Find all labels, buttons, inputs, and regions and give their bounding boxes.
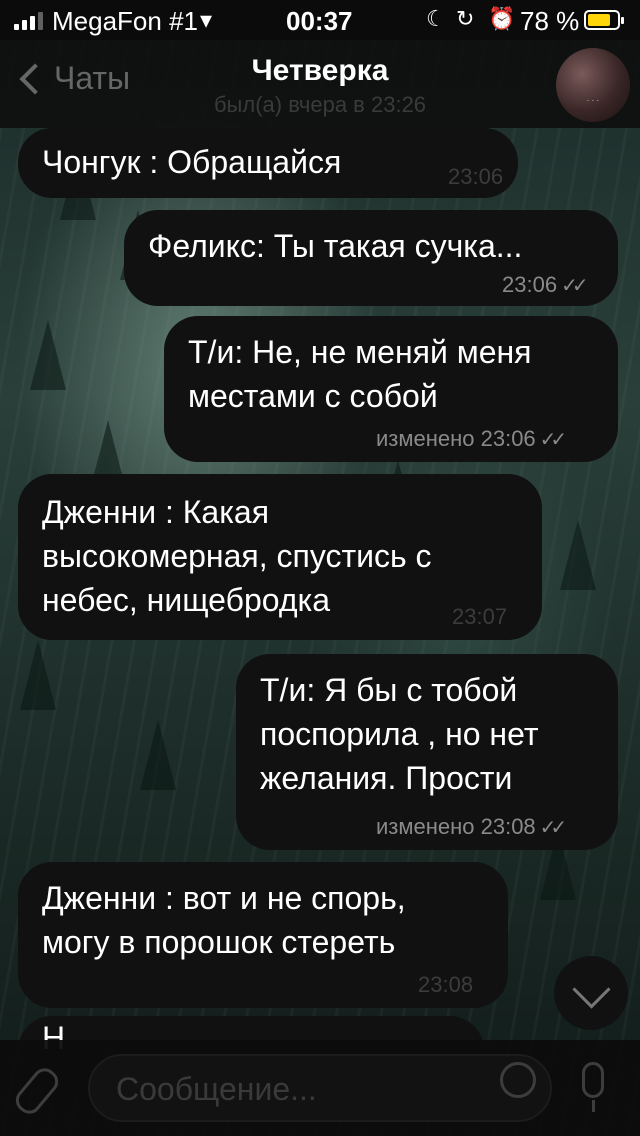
battery-percent: 78 % (520, 6, 580, 36)
scroll-to-bottom-button[interactable] (554, 956, 628, 1030)
message-text: Т/и: Я бы с тобой поспорила , но нет жел… (260, 672, 539, 796)
chat-avatar[interactable]: · · · (556, 48, 630, 122)
wifi-icon: ▾ (200, 7, 213, 34)
microphone-icon[interactable] (582, 1062, 604, 1098)
moon-icon: ☾ (426, 6, 446, 31)
message-bubble-outgoing[interactable]: Феликс: Ты такая сучка... 23:06 ✓✓ (124, 210, 618, 306)
message-bubble-outgoing[interactable]: Т/и: Я бы с тобой поспорила , но нет жел… (236, 654, 618, 850)
message-time: 23:06 (502, 272, 558, 297)
message-bubble-incoming[interactable]: Дженни : Какая высокомерная, спустись с … (18, 474, 542, 640)
message-text: Феликс: Ты такая сучка... (148, 228, 523, 264)
chat-title[interactable]: Четверка (0, 54, 640, 88)
chevron-down-icon (572, 970, 611, 1009)
sticker-icon[interactable] (500, 1062, 536, 1098)
message-text: Дженни : Какая высокомерная, спустись с … (42, 494, 432, 618)
message-time: 23:07 (452, 604, 508, 629)
message-time: 23:08 (418, 972, 474, 997)
clock: 00:37 (286, 6, 353, 36)
status-bar: MegaFon #1 ▾ 00:37 ☾ ↻ ⏰ 78 % (0, 0, 640, 40)
message-input[interactable] (114, 1066, 478, 1112)
battery-icon (584, 10, 624, 30)
message-bubble-outgoing[interactable]: Т/и: Не, не меняй меня местами с собой и… (164, 316, 618, 462)
read-check-icon: ✓✓ (561, 275, 588, 297)
read-check-icon: ✓✓ (539, 817, 567, 839)
rotation-lock-icon: ↻ (456, 6, 475, 31)
message-time: изменено 23:08 (376, 814, 536, 839)
message-text: Чонгук : Обращайся (42, 144, 342, 180)
message-text: Т/и: Не, не меняй меня местами с собой (188, 334, 532, 414)
chat-header: Чаты Четверка был(а) вчера в 23:26 · · · (0, 40, 640, 128)
message-field[interactable] (88, 1054, 552, 1122)
message-time: изменено 23:06 (376, 426, 536, 451)
message-bubble-incoming[interactable]: Чонгук : Обращайся 23:06 (18, 128, 518, 198)
message-time: 23:06 (448, 164, 504, 189)
alarm-icon: ⏰ (488, 6, 516, 31)
message-composer (0, 1040, 640, 1136)
paperclip-icon[interactable] (10, 1063, 64, 1119)
read-check-icon: ✓✓ (539, 429, 567, 451)
last-seen-status: был(а) вчера в 23:26 (213, 92, 427, 117)
signal-icon (14, 12, 43, 30)
carrier-label: MegaFon #1 (52, 6, 198, 36)
message-bubble-incoming[interactable]: Дженни : вот и не спорь, могу в порошок … (18, 862, 508, 1008)
message-text: Дженни : вот и не спорь, могу в порошок … (42, 880, 406, 960)
